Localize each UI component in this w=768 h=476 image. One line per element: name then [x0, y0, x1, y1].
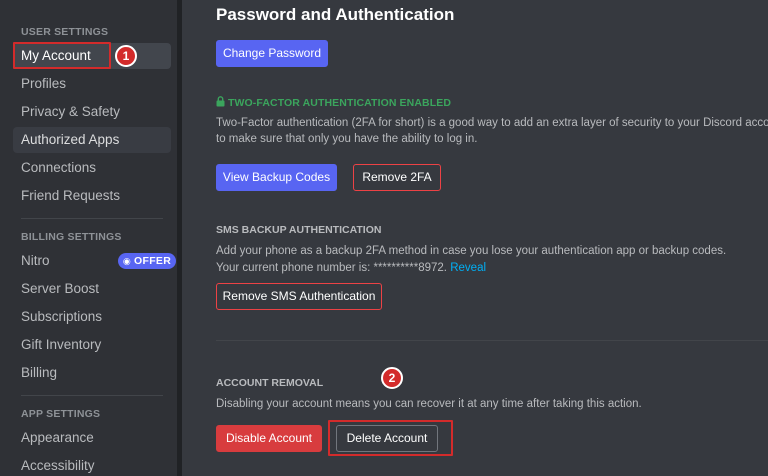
- lock-icon: [216, 96, 225, 107]
- offer-badge-label: OFFER: [134, 255, 172, 267]
- view-backup-codes-button[interactable]: View Backup Codes: [216, 164, 337, 191]
- nitro-icon: ◉: [122, 256, 132, 266]
- sms-backup-header: SMS BACKUP AUTHENTICATION: [216, 224, 382, 236]
- section-divider: [216, 340, 768, 341]
- sidebar-item-connections[interactable]: Connections: [13, 155, 171, 181]
- app-settings-header: APP SETTINGS: [21, 408, 101, 420]
- twofa-header-label: TWO-FACTOR AUTHENTICATION ENABLED: [228, 97, 452, 109]
- sidebar-item-server-boost[interactable]: Server Boost: [13, 276, 171, 302]
- settings-sidebar: USER SETTINGS My Account Profiles Privac…: [0, 0, 182, 476]
- account-removal-description: Disabling your account means you can rec…: [216, 398, 642, 410]
- twofa-enabled-header: TWO-FACTOR AUTHENTICATION ENABLED: [216, 96, 451, 109]
- twofa-description-line1: Two-Factor authentication (2FA for short…: [216, 117, 768, 129]
- sidebar-item-profiles[interactable]: Profiles: [13, 71, 171, 97]
- sidebar-item-my-account[interactable]: My Account: [13, 43, 171, 69]
- phone-number-line: Your current phone number is: **********…: [216, 260, 486, 276]
- delete-account-button[interactable]: Delete Account: [336, 425, 438, 452]
- disable-account-button[interactable]: Disable Account: [216, 425, 322, 452]
- sidebar-item-nitro[interactable]: Nitro ◉ OFFER: [13, 248, 176, 274]
- sidebar-scrollbar[interactable]: [177, 0, 182, 476]
- phone-number-text: Your current phone number is: **********…: [216, 262, 448, 274]
- sidebar-item-label: Nitro: [21, 253, 50, 268]
- billing-settings-header: BILLING SETTINGS: [21, 231, 122, 243]
- sidebar-divider: [21, 395, 163, 396]
- sidebar-item-appearance[interactable]: Appearance: [13, 425, 171, 451]
- sms-description: Add your phone as a backup 2FA method in…: [216, 245, 727, 257]
- sidebar-item-billing[interactable]: Billing: [13, 360, 171, 386]
- reveal-link[interactable]: Reveal: [450, 262, 486, 274]
- step-marker-2: 2: [381, 367, 403, 389]
- offer-badge: ◉ OFFER: [118, 253, 176, 269]
- sidebar-divider: [21, 218, 163, 219]
- account-removal-header: ACCOUNT REMOVAL: [216, 377, 324, 389]
- sidebar-item-friend-requests[interactable]: Friend Requests: [13, 183, 171, 209]
- remove-2fa-button[interactable]: Remove 2FA: [353, 164, 441, 191]
- change-password-button[interactable]: Change Password: [216, 40, 328, 67]
- twofa-description-line2: to make sure that only you have the abil…: [216, 133, 478, 145]
- sidebar-item-subscriptions[interactable]: Subscriptions: [13, 304, 171, 330]
- user-settings-header: USER SETTINGS: [21, 26, 109, 38]
- sidebar-item-gift-inventory[interactable]: Gift Inventory: [13, 332, 171, 358]
- sidebar-item-accessibility[interactable]: Accessibility: [13, 453, 171, 476]
- sidebar-item-privacy-safety[interactable]: Privacy & Safety: [13, 99, 171, 125]
- sidebar-item-authorized-apps[interactable]: Authorized Apps: [13, 127, 171, 153]
- remove-sms-authentication-button[interactable]: Remove SMS Authentication: [216, 283, 382, 310]
- page-title: Password and Authentication: [216, 5, 455, 24]
- step-marker-1: 1: [115, 45, 137, 67]
